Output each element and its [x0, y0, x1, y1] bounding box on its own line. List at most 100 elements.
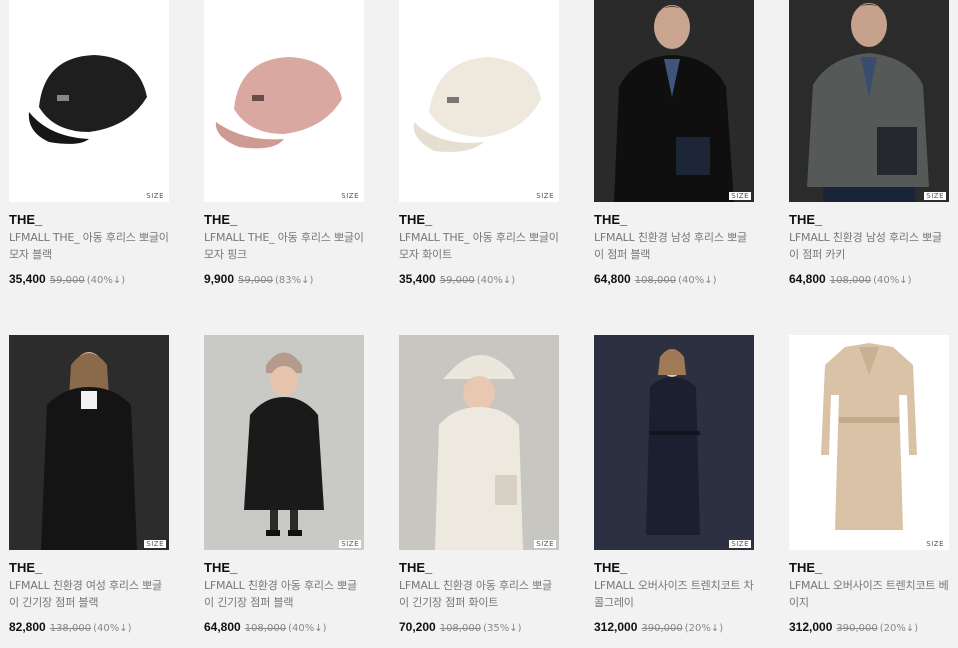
product-image[interactable]: SIZE: [789, 0, 949, 202]
price-row: 64,800 108,000 (40%↓): [789, 272, 949, 286]
product-title[interactable]: LFMALL 오버사이즈 트렌치코트 차콜그레이: [594, 577, 754, 611]
original-price: 59,000: [238, 275, 274, 286]
girl-black-long-fleece-image: [204, 335, 364, 550]
product-title[interactable]: LFMALL 친환경 아동 후리스 뽀글이 긴기장 점퍼 블랙: [204, 577, 364, 611]
brand-name: THE_: [594, 212, 628, 227]
original-price: 390,000: [641, 623, 683, 634]
brand-name: THE_: [9, 212, 43, 227]
product-title[interactable]: LFMALL THE_ 아동 후리스 뽀글이 모자 블랙: [9, 229, 169, 263]
product-image[interactable]: SIZE: [594, 0, 754, 202]
discount-rate: (40%↓): [476, 275, 516, 286]
product-image[interactable]: SIZE: [9, 335, 169, 550]
sale-price: 35,400: [9, 272, 46, 286]
brand-name: THE_: [789, 212, 823, 227]
original-price: 59,000: [439, 275, 475, 286]
discount-rate: (83%↓): [275, 275, 314, 286]
product-image[interactable]: SIZE: [204, 335, 364, 550]
original-price: 108,000: [634, 275, 677, 286]
discount-rate: (20%↓): [879, 623, 919, 634]
product-card[interactable]: SIZE THE_ LFMALL 친환경 아동 후리스 뽀글이 긴기장 점퍼 블…: [204, 335, 364, 634]
discount-rate: (40%↓): [86, 275, 126, 286]
sale-price: 64,800: [204, 620, 241, 634]
price-row: 35,400 59,000 (40%↓): [399, 272, 559, 286]
product-card[interactable]: SIZE THE_ LFMALL 친환경 남성 후리스 뽀글이 점퍼 블랙 64…: [594, 0, 754, 286]
product-title[interactable]: LFMALL 친환경 남성 후리스 뽀글이 점퍼 블랙: [594, 229, 754, 263]
woman-black-long-fleece-image: [9, 335, 169, 550]
sale-price: 9,900: [204, 272, 235, 286]
product-grid: SIZE THE_ LFMALL THE_ 아동 후리스 뽀글이 모자 블랙 3…: [0, 0, 958, 648]
brand-name: THE_: [204, 560, 238, 575]
price-row: 312,000 390,000 (20%↓): [789, 620, 949, 634]
product-card[interactable]: SIZE THE_ LFMALL THE_ 아동 후리스 뽀글이 모자 블랙 3…: [9, 0, 169, 286]
product-card[interactable]: SIZE THE_ LFMALL 오버사이즈 트렌치코트 베이지 312,000…: [789, 335, 949, 634]
size-label[interactable]: SIZE: [924, 192, 946, 200]
product-title[interactable]: LFMALL 친환경 아동 후리스 뽀글이 긴기장 점퍼 화이트: [399, 577, 559, 611]
original-price: 138,000: [49, 623, 92, 634]
discount-rate: (40%↓): [873, 275, 912, 286]
price-row: 312,000 390,000 (20%↓): [594, 620, 754, 634]
sale-price: 64,800: [789, 272, 826, 286]
product-title[interactable]: LFMALL 친환경 여성 후리스 뽀글이 긴기장 점퍼 블랙: [9, 577, 169, 611]
product-title[interactable]: LFMALL 친환경 남성 후리스 뽀글이 점퍼 카키: [789, 229, 949, 263]
brand-name: THE_: [594, 560, 628, 575]
product-card[interactable]: SIZE THE_ LFMALL THE_ 아동 후리스 뽀글이 모자 핑크 9…: [204, 0, 364, 286]
original-price: 390,000: [836, 623, 878, 634]
discount-rate: (40%↓): [93, 623, 132, 634]
product-card[interactable]: SIZE THE_ LFMALL 친환경 아동 후리스 뽀글이 긴기장 점퍼 화…: [399, 335, 559, 634]
product-card[interactable]: SIZE THE_ LFMALL THE_ 아동 후리스 뽀글이 모자 화이트 …: [399, 0, 559, 286]
price-row: 64,800 108,000 (40%↓): [204, 620, 364, 634]
product-title[interactable]: LFMALL THE_ 아동 후리스 뽀글이 모자 핑크: [204, 229, 364, 263]
size-label[interactable]: SIZE: [729, 540, 751, 548]
price-row: 9,900 59,000 (83%↓): [204, 272, 364, 286]
discount-rate: (40%↓): [288, 623, 327, 634]
original-price: 108,000: [439, 623, 482, 634]
size-label[interactable]: SIZE: [144, 540, 166, 548]
size-label[interactable]: SIZE: [339, 192, 361, 200]
man-black-fleece-jacket-image: [594, 0, 754, 202]
sale-price: 82,800: [9, 620, 46, 634]
product-image[interactable]: SIZE: [399, 335, 559, 550]
product-card[interactable]: SIZE THE_ LFMALL 친환경 남성 후리스 뽀글이 점퍼 카키 64…: [789, 0, 949, 286]
discount-rate: (20%↓): [684, 623, 724, 634]
price-row: 35,400 59,000 (40%↓): [9, 272, 169, 286]
product-title[interactable]: LFMALL 오버사이즈 트렌치코트 베이지: [789, 577, 949, 611]
size-label[interactable]: SIZE: [144, 192, 166, 200]
product-image[interactable]: SIZE: [204, 0, 364, 202]
size-label[interactable]: SIZE: [534, 540, 556, 548]
product-card[interactable]: SIZE THE_ LFMALL 오버사이즈 트렌치코트 차콜그레이 312,0…: [594, 335, 754, 634]
price-row: 82,800 138,000 (40%↓): [9, 620, 169, 634]
sale-price: 312,000: [594, 620, 638, 634]
pink-fleece-cap-image: [204, 0, 364, 202]
sale-price: 64,800: [594, 272, 631, 286]
original-price: 108,000: [829, 275, 872, 286]
price-row: 64,800 108,000 (40%↓): [594, 272, 754, 286]
white-fleece-cap-image: [399, 0, 559, 202]
discount-rate: (40%↓): [678, 275, 717, 286]
product-card[interactable]: SIZE THE_ LFMALL 친환경 여성 후리스 뽀글이 긴기장 점퍼 블…: [9, 335, 169, 634]
black-fleece-cap-image: [9, 0, 169, 202]
size-label[interactable]: SIZE: [924, 540, 946, 548]
product-image[interactable]: SIZE: [594, 335, 754, 550]
product-image[interactable]: SIZE: [789, 335, 949, 550]
original-price: 108,000: [244, 623, 287, 634]
original-price: 59,000: [49, 275, 85, 286]
brand-name: THE_: [9, 560, 43, 575]
boy-white-long-fleece-image: [399, 335, 559, 550]
size-label[interactable]: SIZE: [534, 192, 556, 200]
product-title[interactable]: LFMALL THE_ 아동 후리스 뽀글이 모자 화이트: [399, 229, 559, 263]
sale-price: 35,400: [399, 272, 436, 286]
product-image[interactable]: SIZE: [399, 0, 559, 202]
brand-name: THE_: [399, 212, 433, 227]
product-image[interactable]: SIZE: [9, 0, 169, 202]
brand-name: THE_: [204, 212, 238, 227]
size-label[interactable]: SIZE: [729, 192, 751, 200]
discount-rate: (35%↓): [483, 623, 522, 634]
size-label[interactable]: SIZE: [339, 540, 361, 548]
sale-price: 70,200: [399, 620, 436, 634]
sale-price: 312,000: [789, 620, 833, 634]
price-row: 70,200 108,000 (35%↓): [399, 620, 559, 634]
man-khaki-fleece-jacket-image: [789, 0, 949, 202]
brand-name: THE_: [399, 560, 433, 575]
beige-trench-coat-image: [789, 335, 949, 550]
brand-name: THE_: [789, 560, 823, 575]
